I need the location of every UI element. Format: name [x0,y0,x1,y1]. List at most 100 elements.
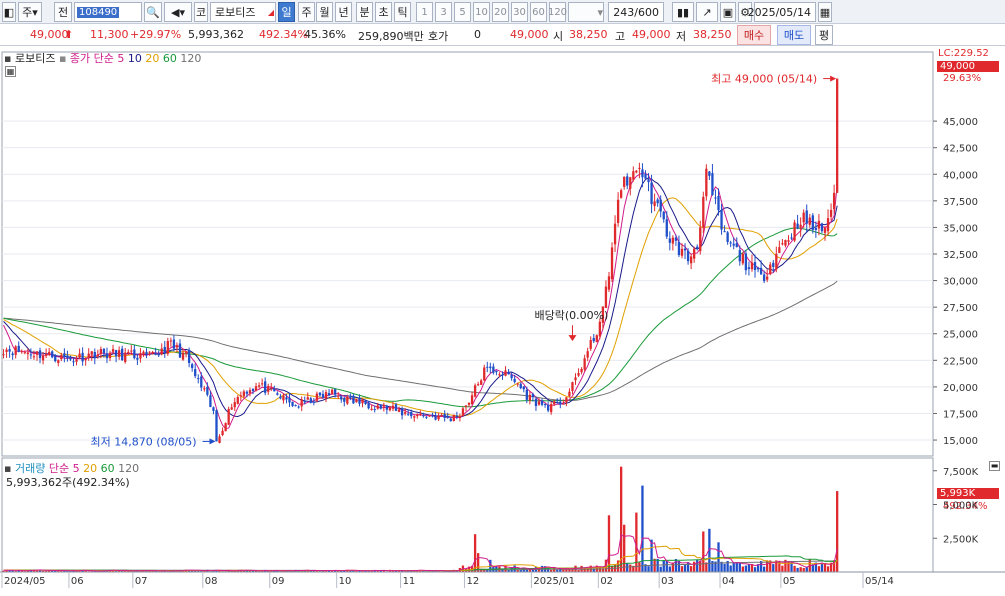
interval-button-4[interactable]: 20 [492,2,509,22]
candle-body [379,404,382,409]
interval-button-0[interactable]: 1 [416,2,433,22]
candle-tool-icon[interactable]: ▮▮ [672,2,694,22]
candle-body [11,353,14,356]
candle-body [550,404,553,413]
max-arrowhead [830,75,837,82]
period-tab-4[interactable]: 분 [356,2,373,22]
candle-body [714,197,717,199]
hoga-value: 0 [474,28,481,41]
volume-bar [659,566,662,572]
interval-button-2[interactable]: 5 [454,2,471,22]
candle-body [823,227,827,233]
candle-body [568,391,571,397]
buy-button[interactable]: 매수 [737,25,771,45]
candle-body [111,349,115,352]
volume-bar [744,565,748,572]
period-tab-2[interactable]: 월 [316,2,333,22]
speaker-icon[interactable]: ◀▾ [164,2,192,22]
candle-body [54,355,57,362]
candle-body [407,413,410,415]
candle-body [93,351,96,359]
chart-type-icon[interactable]: ◧ [2,2,16,22]
turnover-rate: 45.36% [304,28,346,41]
volume-bar [826,566,830,572]
interval-button-3[interactable]: 10 [473,2,490,22]
candle-body [227,408,230,425]
hoga-label: 호가 [428,30,449,43]
period-tab-6[interactable]: 틱 [394,2,411,22]
prev-button[interactable]: 전 [54,2,72,22]
calendar-icon[interactable]: ▦ [818,2,832,22]
candle-body [300,399,303,407]
volume-bar [626,563,629,572]
candle-body [251,388,255,392]
candle-body [501,374,504,376]
volume-bar [729,565,732,572]
market-code[interactable]: 코 [194,2,208,22]
candle-body [762,274,766,282]
candle-body [257,385,261,387]
period-tab-5[interactable]: 초 [375,2,392,22]
period-tab-1[interactable]: 주 [298,2,315,22]
candle-body [72,361,75,363]
date-field[interactable]: 2025/05/14 [748,2,816,22]
interval-button-7[interactable]: 120 [548,2,567,22]
candle-body [346,396,349,404]
candle-body [124,352,127,363]
volume-bar [668,566,671,572]
interval-button-5[interactable]: 30 [511,2,528,22]
x-tick-label: 05 [783,576,796,587]
candle-body [337,395,340,397]
candle-body [148,351,151,353]
candle-body [732,243,735,246]
interval-button-6[interactable]: 60 [530,2,547,22]
candle-body [543,404,547,406]
candle-body [747,267,751,270]
candle-body [81,352,84,362]
candle-body [492,366,495,373]
interval-button-1[interactable]: 3 [435,2,452,22]
price-tick-label: 22,500 [943,356,978,367]
market-select[interactable]: 주 ▾ [18,2,42,22]
count-field[interactable]: 243/600 [608,2,664,22]
candle-body [623,176,626,187]
interval-combo[interactable]: ▾ [568,2,604,22]
candle-body [218,436,221,443]
save-icon[interactable]: ▣ [720,2,736,22]
open-label: 시 [553,30,564,43]
flat-button[interactable]: 평 [815,25,833,45]
price-tick-label: 37,500 [943,197,978,208]
candle-body [352,395,355,404]
candle-body [525,389,528,400]
candle-body [260,383,264,385]
period-tab-0[interactable]: 일 [278,2,295,22]
stock-name-field[interactable]: 로보티즈 ◢ [210,2,276,22]
search-icon[interactable]: 🔍 [144,2,162,22]
candle-body [473,385,477,397]
candle-body [476,384,480,386]
candle-body [394,404,398,411]
volume-bar [766,561,769,572]
candle-body [355,399,358,403]
candle-body [385,405,389,410]
volume-bar [817,566,821,572]
candle-body [130,350,133,352]
candle-body [333,389,337,395]
price-tick-label: 20,000 [943,383,978,394]
stock-chart[interactable]: 45,000 42,500 40,000 37,500 35,000 32,500 30,0… [0,46,1005,596]
candle-body [613,223,617,245]
sell-button[interactable]: 매도 [777,25,811,45]
candle-body [437,415,440,420]
candle-body [327,393,331,396]
candle-body [629,177,632,189]
candle-body [632,171,635,180]
candle-body [291,401,294,406]
draw-tool-icon[interactable]: ↗ [696,2,718,22]
period-tab-3[interactable]: 년 [335,2,352,22]
stock-code-input[interactable]: 108490 [74,2,142,22]
ma5-line [3,172,838,430]
volume-bar [802,568,805,572]
price-tick-label: 45,000 [943,117,978,128]
candle-body [321,393,325,398]
candle-body [553,401,556,405]
